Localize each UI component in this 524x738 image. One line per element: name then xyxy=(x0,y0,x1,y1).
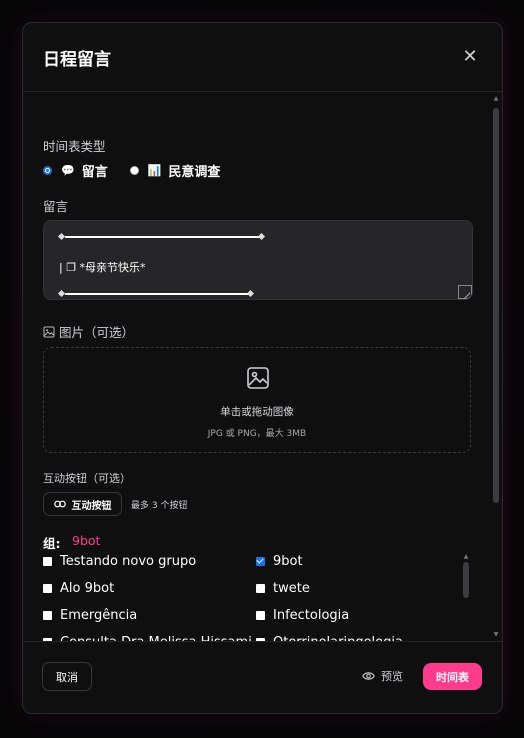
preview-button-label: 预览 xyxy=(381,670,403,683)
diamond-icon xyxy=(57,289,66,298)
group-checkbox-item[interactable]: twete xyxy=(256,581,310,596)
modal-footer: 取消 预览 时间表 xyxy=(23,641,502,713)
group-list-scrollbar-thumb[interactable] xyxy=(463,562,469,598)
dropzone-subtitle: JPG 或 PNG，最大 3MB xyxy=(207,429,307,439)
group-checkbox-item[interactable]: Testando novo grupo xyxy=(43,554,196,569)
interactive-buttons-note: 最多 3 个按钮 xyxy=(131,501,188,511)
checkbox[interactable] xyxy=(43,557,52,566)
radio-poll-label: 民意调查 xyxy=(168,164,221,180)
modal-body: ▲ ▼ 时间表类型 💬 留言 📊 民意调查 留言 | ❐ *母亲节快乐* 图片（… xyxy=(23,92,502,642)
scroll-up-icon[interactable]: ▲ xyxy=(463,554,469,560)
group-checkbox-item[interactable]: 9bot xyxy=(256,554,303,569)
group-checkbox-item[interactable]: Alo 9bot xyxy=(43,581,114,596)
diamond-icon xyxy=(57,232,66,241)
radio-poll[interactable] xyxy=(129,165,139,175)
interactive-buttons-label: 互动按钮（可选） xyxy=(43,472,131,485)
preview-button[interactable]: 预览 xyxy=(362,668,403,684)
group-checkbox-label: 9bot xyxy=(273,554,303,569)
close-icon[interactable]: ✕ xyxy=(460,47,480,67)
schedule-type-options: 💬 留言 📊 民意调查 xyxy=(43,162,221,180)
scroll-up-icon[interactable]: ▲ xyxy=(493,96,499,102)
scrollbar-thumb[interactable] xyxy=(493,108,499,503)
group-checkbox-label: Infectologia xyxy=(273,608,350,623)
modal-scrollbar[interactable]: ▲ ▼ xyxy=(493,96,499,638)
schedule-type-label: 时间表类型 xyxy=(43,139,106,154)
message-label: 留言 xyxy=(43,199,69,214)
add-interactive-button[interactable]: 互动按钮 xyxy=(43,492,122,516)
scroll-down-icon[interactable]: ▼ xyxy=(493,632,499,638)
radio-message[interactable] xyxy=(43,165,52,175)
eye-icon xyxy=(362,672,375,680)
group-selected-value: 9bot xyxy=(72,533,101,548)
modal-title: 日程留言 xyxy=(43,50,111,70)
group-label: 组: xyxy=(43,536,61,551)
checkbox[interactable] xyxy=(43,584,52,593)
image-label-text: 图片（可选） xyxy=(59,325,135,340)
bar-chart-icon: 📊 xyxy=(147,163,162,177)
divider-rule xyxy=(65,236,260,238)
resize-handle[interactable] xyxy=(458,285,472,299)
group-checkbox-item[interactable]: Infectologia xyxy=(256,608,349,623)
dropzone-title: 单击或拖动图像 xyxy=(220,406,294,418)
group-checkbox-item[interactable]: Emergência xyxy=(43,608,137,623)
checkbox[interactable] xyxy=(256,611,265,620)
checkbox[interactable] xyxy=(256,584,265,593)
radio-message-label: 留言 xyxy=(81,164,108,180)
diamond-icon xyxy=(246,289,255,298)
schedule-message-modal: 日程留言 ✕ ▲ ▼ 时间表类型 💬 留言 📊 民意调查 留言 | ❐ *母亲节… xyxy=(22,22,503,714)
group-checkbox-label: Emergência xyxy=(60,608,138,623)
link-icon xyxy=(53,500,66,508)
image-upload-icon xyxy=(247,367,269,389)
divider-rule xyxy=(65,293,249,295)
speech-bubble-icon: 💬 xyxy=(61,163,75,177)
cancel-button[interactable]: 取消 xyxy=(42,662,92,691)
group-checkbox-label: twete xyxy=(273,581,310,596)
add-interactive-button-label: 互动按钮 xyxy=(71,500,112,512)
modal-header: 日程留言 ✕ xyxy=(23,23,502,92)
message-text-line: | ❐ *母亲节快乐* xyxy=(59,261,146,274)
group-checkbox-label: Testando novo grupo xyxy=(60,554,197,569)
image-dropzone[interactable]: 单击或拖动图像 JPG 或 PNG，最大 3MB xyxy=(43,347,471,453)
group-list-scrollbar[interactable]: ▲ xyxy=(463,554,469,600)
schedule-button[interactable]: 时间表 xyxy=(423,663,482,690)
checkbox[interactable] xyxy=(43,611,52,620)
image-icon xyxy=(43,326,55,337)
diamond-icon xyxy=(257,232,266,241)
message-textarea[interactable]: | ❐ *母亲节快乐* xyxy=(43,220,473,300)
image-label: 图片（可选） xyxy=(43,322,134,341)
checkbox[interactable] xyxy=(256,557,265,566)
group-checkbox-label: Alo 9bot xyxy=(60,581,115,596)
